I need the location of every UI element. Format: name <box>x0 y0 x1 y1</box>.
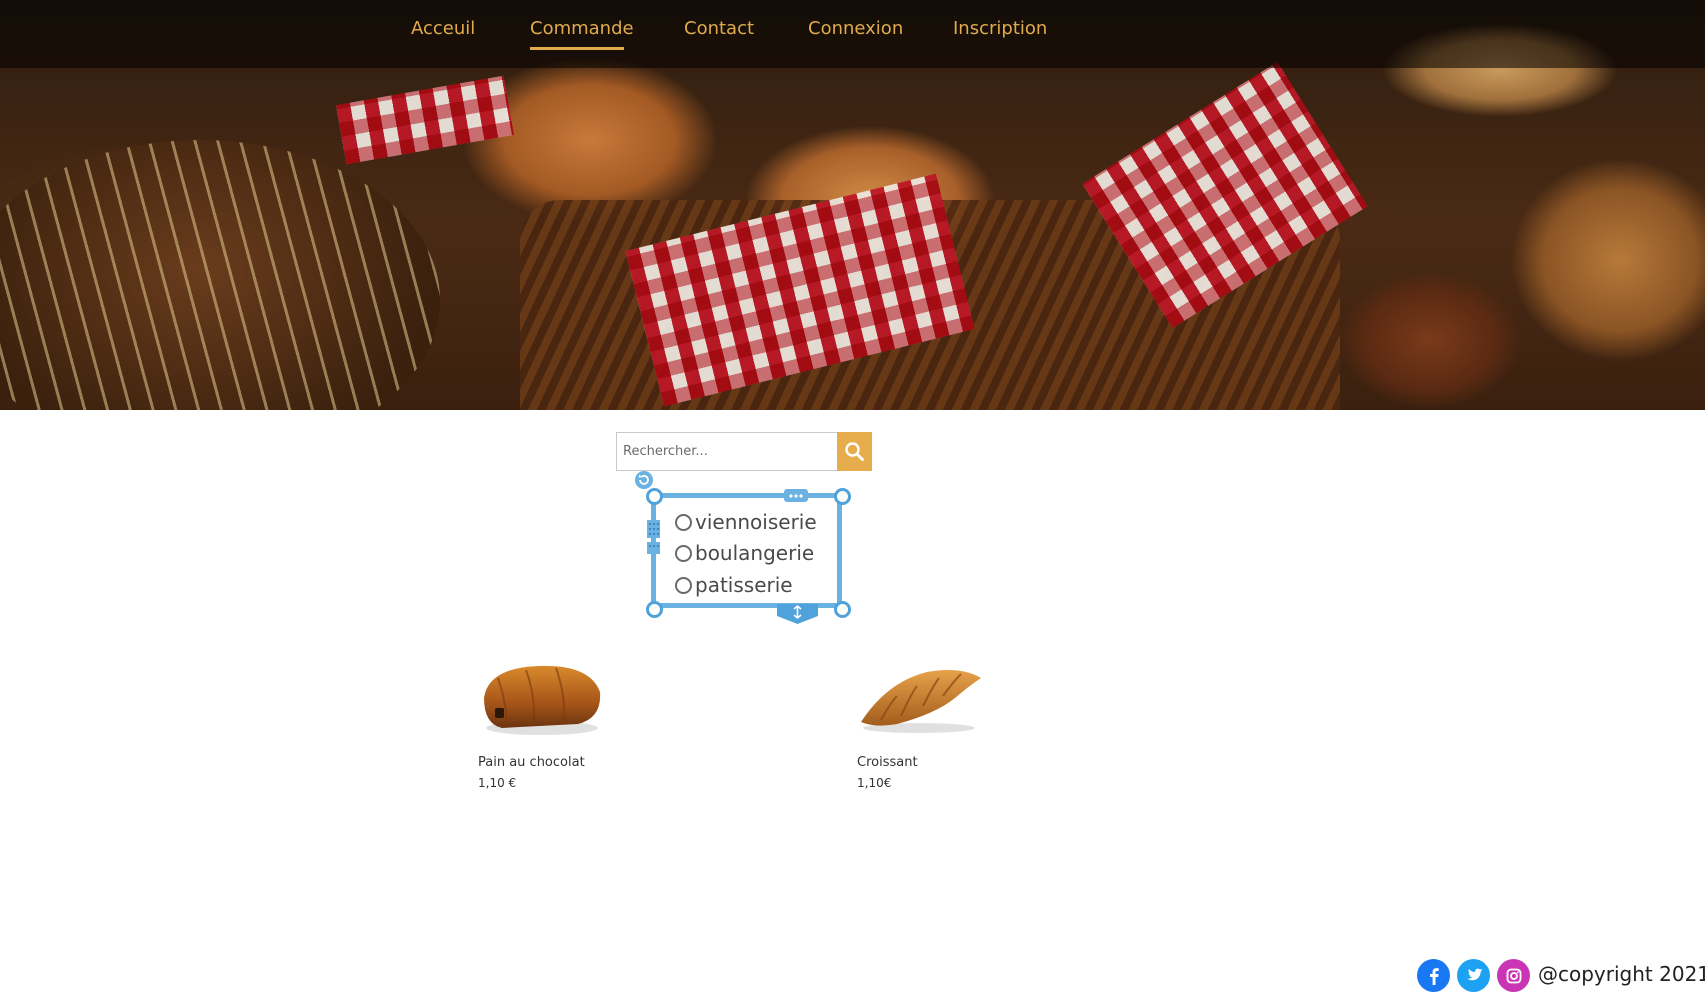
search-button[interactable] <box>837 432 872 471</box>
ellipsis-icon <box>789 493 803 498</box>
resize-handle-top-right[interactable] <box>834 488 851 505</box>
radio-circle[interactable] <box>675 513 692 531</box>
nav-link-commande[interactable]: Commande <box>530 18 634 50</box>
instagram-link[interactable] <box>1497 959 1530 992</box>
radio-option-boulangerie[interactable]: boulangerie <box>675 539 814 567</box>
vertical-resize-handle[interactable] <box>777 604 818 624</box>
product-name: Pain au chocolat <box>478 755 585 770</box>
drag-grip-handle[interactable] <box>646 519 661 559</box>
radio-circle[interactable] <box>675 576 692 594</box>
nav-link-inscription[interactable]: Inscription <box>953 18 1047 39</box>
radio-option-patisserie[interactable]: patisserie <box>675 571 793 599</box>
radio-label: boulangerie <box>695 541 815 565</box>
hero-bread-decoration <box>0 140 440 410</box>
top-navbar: Acceuil Commande Contact Connexion Inscr… <box>0 0 1705 68</box>
rotate-handle-icon[interactable] <box>634 470 654 490</box>
resize-vertical-icon <box>777 604 818 624</box>
grip-icon <box>647 520 660 554</box>
nav-link-contact[interactable]: Contact <box>684 18 754 39</box>
search-input[interactable] <box>616 432 838 471</box>
instagram-icon <box>1506 968 1521 983</box>
hero-banner: Acceuil Commande Contact Connexion Inscr… <box>0 0 1705 410</box>
twitter-icon <box>1466 968 1482 981</box>
search-bar <box>616 432 872 471</box>
copyright-text: @copyright 2021 <box>1538 962 1705 986</box>
resize-handle-bottom-right[interactable] <box>834 601 851 618</box>
product-name: Croissant <box>857 755 918 770</box>
facebook-icon <box>1429 967 1439 985</box>
twitter-link[interactable] <box>1457 959 1490 992</box>
radio-group-frame: viennoiserie boulangerie patisserie <box>651 493 842 608</box>
more-options-handle[interactable] <box>784 489 808 502</box>
product-price: 1,10€ <box>857 776 892 790</box>
radio-circle[interactable] <box>675 544 692 562</box>
search-icon <box>845 442 864 461</box>
nav-link-connexion[interactable]: Connexion <box>808 18 903 39</box>
product-price: 1,10 € <box>478 776 517 790</box>
facebook-link[interactable] <box>1417 959 1450 992</box>
nav-link-acceuil[interactable]: Acceuil <box>411 18 475 39</box>
croissant-image <box>861 670 981 733</box>
pain-au-chocolat-image <box>484 665 601 735</box>
radio-label: patisserie <box>695 573 793 597</box>
resize-handle-top-left[interactable] <box>646 488 663 505</box>
hero-cloth-decoration <box>336 75 514 165</box>
radio-option-viennoiserie[interactable]: viennoiserie <box>675 508 817 536</box>
resize-handle-bottom-left[interactable] <box>646 601 663 618</box>
radio-label: viennoiserie <box>695 510 817 534</box>
